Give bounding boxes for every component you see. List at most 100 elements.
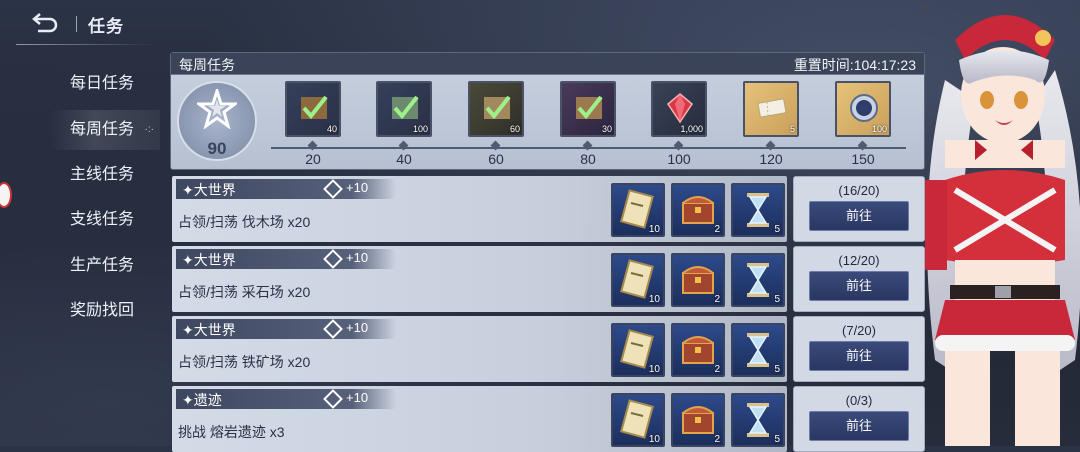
reward-count: 10 xyxy=(648,434,660,445)
sidebar-item-label: 奖励找回 xyxy=(70,302,135,319)
tier-marker xyxy=(765,140,776,151)
task-header: ✦大世界 +10 xyxy=(176,319,396,339)
reset-time: 104:17:23 xyxy=(853,57,916,73)
tier-reward-box: 100 xyxy=(376,81,432,137)
reset-label: 重置时间: xyxy=(793,57,854,73)
reset-timer: 重置时间:104:17:23 xyxy=(794,55,916,75)
task-header: ✦大世界 +10 xyxy=(176,179,396,199)
sidebar-item-label: 每日任务 xyxy=(70,75,135,92)
green-check-card-icon xyxy=(301,95,328,120)
reward-count: 10 xyxy=(648,364,660,375)
sidebar-item-weekly[interactable]: 每周任务 ·:· xyxy=(50,110,160,150)
sidebar-item-production[interactable]: 生产任务 xyxy=(50,246,160,286)
tier-threshold: 80 xyxy=(580,151,596,167)
green-check-card-icon xyxy=(576,95,603,120)
task-action: (16/20) 前往 xyxy=(793,176,925,242)
tier-count: 5 xyxy=(789,124,795,134)
reward-count: 5 xyxy=(774,364,780,375)
weekly-points-medal: 90 xyxy=(177,81,257,161)
task-description: 占领/扫荡 伐木场 x20 xyxy=(178,214,311,230)
tier-marker xyxy=(857,140,868,151)
task-points: +10 xyxy=(323,179,368,199)
reward-count: 2 xyxy=(714,434,720,445)
milestone-tier[interactable]: 60 60 xyxy=(468,81,526,167)
reward-count: 2 xyxy=(714,294,720,305)
green-check-card-icon xyxy=(484,95,511,120)
reward-count: 5 xyxy=(774,224,780,235)
task-progress: (16/20) xyxy=(838,183,880,198)
reward-item[interactable]: 10 xyxy=(611,183,665,237)
character-portrait xyxy=(925,0,1080,446)
task-points: +10 xyxy=(323,249,368,269)
task-points: +10 xyxy=(323,319,368,339)
task-category: ✦大世界 xyxy=(182,252,236,268)
tier-count: 40 xyxy=(326,124,337,134)
reward-item[interactable]: 2 xyxy=(671,393,725,447)
star-emblem-icon xyxy=(197,89,237,129)
milestone-tier[interactable]: 100 40 xyxy=(376,81,434,167)
reward-item[interactable]: 2 xyxy=(671,183,725,237)
tier-reward-box: 40 xyxy=(285,81,341,137)
task-description: 占领/扫荡 铁矿场 x20 xyxy=(178,354,311,370)
milestone-tier[interactable]: 100 150 xyxy=(835,81,893,167)
reward-item[interactable]: 10 xyxy=(611,253,665,307)
header: 任务 xyxy=(0,0,400,48)
character-illustration xyxy=(925,6,1080,446)
tier-marker xyxy=(490,140,501,151)
green-check-card-icon xyxy=(392,95,419,120)
task-points: +10 xyxy=(323,389,368,409)
reward-item[interactable]: 5 xyxy=(731,323,785,377)
tier-threshold: 150 xyxy=(851,151,875,167)
go-button[interactable]: 前往 xyxy=(809,201,909,231)
tier-threshold: 120 xyxy=(759,151,783,167)
milestone-tier[interactable]: 1,000 100 xyxy=(651,81,709,167)
task-category: ✦遗迹 xyxy=(182,392,222,408)
sidebar-item-main[interactable]: 主线任务 xyxy=(50,155,160,195)
reward-count: 5 xyxy=(774,434,780,445)
header-divider xyxy=(76,16,77,32)
sidebar-item-label: 支线任务 xyxy=(70,211,135,228)
weekly-points-value: 90 xyxy=(207,139,227,158)
back-arrow-icon xyxy=(32,13,58,33)
back-button[interactable] xyxy=(30,10,66,38)
tier-count: 100 xyxy=(412,124,428,134)
task-category: ✦大世界 xyxy=(182,322,236,338)
milestone-tier[interactable]: 30 80 xyxy=(560,81,618,167)
reward-count: 10 xyxy=(648,294,660,305)
tier-marker xyxy=(582,140,593,151)
milestone-tier[interactable]: 40 20 xyxy=(285,81,343,167)
task-row: ✦大世界 +10 占领/扫荡 采石场 x20 10 2 5 (12/20) 前往 xyxy=(172,246,925,312)
reward-count: 10 xyxy=(648,224,660,235)
reward-item[interactable]: 2 xyxy=(671,323,725,377)
reward-count: 2 xyxy=(714,224,720,235)
reward-item[interactable]: 5 xyxy=(731,393,785,447)
task-progress: (12/20) xyxy=(838,253,880,268)
task-progress: (0/3) xyxy=(845,393,873,408)
go-button[interactable]: 前往 xyxy=(809,341,909,371)
tier-count: 30 xyxy=(601,124,612,134)
sidebar-item-label: 每周任务 xyxy=(70,121,135,138)
sidebar-item-label: 主线任务 xyxy=(70,166,135,183)
tier-threshold: 60 xyxy=(488,151,504,167)
tier-reward-box: 30 xyxy=(560,81,616,137)
sidebar-item-side[interactable]: 支线任务 xyxy=(50,200,160,240)
task-info: ✦大世界 +10 占领/扫荡 伐木场 x20 10 2 5 xyxy=(172,176,787,242)
go-button[interactable]: 前往 xyxy=(809,271,909,301)
active-indicator-icon: ·:· xyxy=(144,124,154,135)
milestone-tier[interactable]: 5 120 xyxy=(743,81,801,167)
tier-marker xyxy=(307,140,318,151)
reward-item[interactable]: 5 xyxy=(731,253,785,307)
sidebar-item-daily[interactable]: 每日任务 xyxy=(50,64,160,104)
reward-item[interactable]: 5 xyxy=(731,183,785,237)
reward-item[interactable]: 10 xyxy=(611,393,665,447)
tier-marker xyxy=(398,140,409,151)
reward-item[interactable]: 10 xyxy=(611,323,665,377)
go-button[interactable]: 前往 xyxy=(809,411,909,441)
tier-reward-box: 5 xyxy=(743,81,799,137)
sidebar-item-reward-recovery[interactable]: 奖励找回 xyxy=(50,291,160,331)
tier-count: 100 xyxy=(871,124,887,134)
task-description: 挑战 熔岩遗迹 x3 xyxy=(178,424,285,440)
ticket-icon xyxy=(757,98,787,118)
page-title: 任务 xyxy=(88,17,124,36)
reward-item[interactable]: 2 xyxy=(671,253,725,307)
